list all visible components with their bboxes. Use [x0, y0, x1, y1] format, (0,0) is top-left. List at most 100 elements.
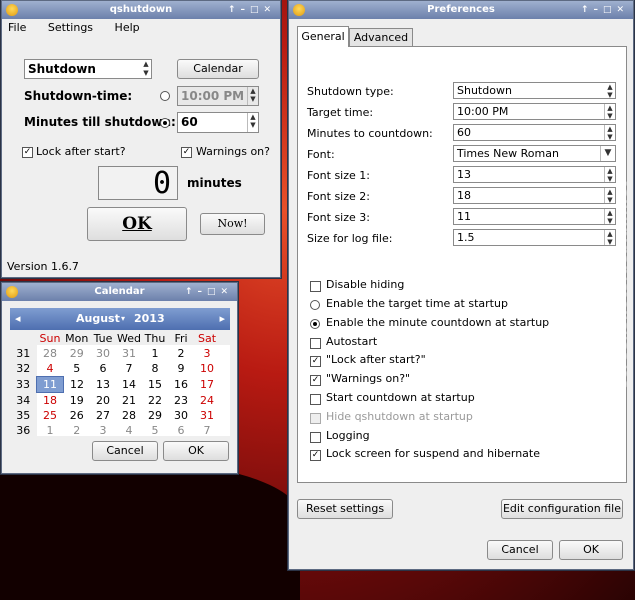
calendar-day[interactable]: 13: [90, 377, 116, 393]
preferences-titlebar[interactable]: Preferences ↑–□✕: [289, 1, 633, 19]
calendar-day[interactable]: 7: [194, 423, 220, 438]
menu-settings[interactable]: Settings: [48, 21, 93, 34]
window-controls[interactable]: ↑–□✕: [228, 1, 276, 19]
menu-help[interactable]: Help: [115, 21, 140, 34]
reset-settings-button[interactable]: Reset settings: [297, 499, 393, 519]
start-countdown-checkbox[interactable]: [310, 394, 321, 405]
font-select[interactable]: Times New Roman ▼: [453, 145, 616, 162]
target-time-field[interactable]: 10:00 PM ▲ ▼: [453, 103, 616, 120]
calendar-day[interactable]: 30: [168, 408, 194, 423]
calendar-day[interactable]: 17: [194, 377, 220, 393]
edit-config-button[interactable]: Edit configuration file: [501, 499, 623, 519]
weekday: Sun: [39, 332, 61, 345]
calendar-day[interactable]: 29: [142, 408, 168, 423]
calendar-day[interactable]: 16: [168, 377, 194, 393]
window-controls[interactable]: ↑–□✕: [185, 283, 233, 301]
option-label: Disable hiding: [326, 278, 405, 291]
target-time-startup-radio[interactable]: [310, 300, 320, 310]
calendar-day[interactable]: 7: [116, 361, 142, 377]
month-label[interactable]: August: [76, 308, 120, 330]
calendar-day[interactable]: 9: [168, 361, 194, 377]
calendar-ok-button[interactable]: OK: [163, 441, 229, 461]
calendar-day[interactable]: 4: [37, 361, 64, 377]
lock-after-start-checkbox[interactable]: ✓: [22, 147, 33, 158]
logging-checkbox[interactable]: [310, 432, 321, 443]
font-size-2-field[interactable]: 18 ▲ ▼: [453, 187, 616, 204]
calendar-day[interactable]: 1: [142, 346, 168, 361]
calendar-day[interactable]: 5: [142, 423, 168, 438]
calendar-day[interactable]: 4: [116, 423, 142, 438]
font-size-3-field[interactable]: 11 ▲ ▼: [453, 208, 616, 225]
calendar-day[interactable]: 20: [90, 393, 116, 409]
calendar-day[interactable]: 2: [64, 423, 91, 438]
calendar-day[interactable]: 15: [142, 377, 168, 393]
window-controls[interactable]: ↑–□✕: [581, 1, 629, 19]
calendar-day[interactable]: 21: [116, 393, 142, 409]
minutes-radio[interactable]: [160, 118, 170, 128]
calendar-day[interactable]: 27: [90, 408, 116, 423]
calendar-day[interactable]: 10: [194, 361, 220, 377]
calendar-titlebar[interactable]: Calendar ↑–□✕: [2, 283, 237, 301]
calendar-day[interactable]: 22: [142, 393, 168, 409]
lock-after-start-checkbox[interactable]: ✓: [310, 356, 321, 367]
calendar-day[interactable]: 31: [194, 408, 220, 423]
warnings-on-checkbox[interactable]: ✓: [310, 375, 321, 386]
calendar-day[interactable]: 28: [116, 408, 142, 423]
calendar-day[interactable]: 3: [194, 346, 220, 361]
minutes-field[interactable]: 60 ▲ ▼: [177, 112, 259, 133]
lock-screen-checkbox[interactable]: ✓: [310, 450, 321, 461]
font-size-1-field[interactable]: 13 ▲ ▼: [453, 166, 616, 183]
now-button[interactable]: Now!: [200, 213, 265, 235]
calendar-day[interactable]: 28: [37, 346, 64, 361]
calendar-day-selected[interactable]: 11: [36, 376, 64, 393]
ok-button[interactable]: OK: [87, 207, 187, 241]
calendar-day[interactable]: 23: [168, 393, 194, 409]
menu-file[interactable]: File: [8, 21, 26, 34]
calendar-day[interactable]: 30: [90, 346, 116, 361]
calendar-day[interactable]: 19: [64, 393, 91, 409]
prev-month-icon[interactable]: ◂: [15, 308, 21, 330]
option-label: "Lock after start?": [326, 353, 426, 366]
shutdown-time-radio[interactable]: [160, 91, 170, 101]
calendar-day[interactable]: 26: [64, 408, 91, 423]
disable-hiding-checkbox[interactable]: [310, 281, 321, 292]
calendar-day[interactable]: 24: [194, 393, 220, 409]
calendar-day[interactable]: 6: [90, 361, 116, 377]
weekday: Mon: [65, 332, 89, 345]
spin-arrows-icon: ▲ ▼: [604, 230, 615, 246]
calendar-day[interactable]: 5: [64, 361, 91, 377]
autostart-checkbox[interactable]: [310, 338, 321, 349]
weekday: Sat: [197, 332, 217, 345]
calendar-day[interactable]: 3: [90, 423, 116, 438]
calendar-week: 33 11 12 13 14 15 16 17: [10, 376, 220, 393]
shutdown-time-field[interactable]: 10:00 PM ▲ ▼: [177, 86, 259, 106]
calendar-day[interactable]: 1: [37, 423, 64, 438]
year-label[interactable]: 2013: [134, 308, 165, 330]
preferences-cancel-button[interactable]: Cancel: [487, 540, 553, 560]
field-label: Font size 3:: [307, 211, 370, 224]
calendar-day[interactable]: 25: [37, 408, 64, 423]
week-number: 33: [16, 378, 30, 391]
minutes-countdown-field[interactable]: 60 ▲ ▼: [453, 124, 616, 141]
log-size-field[interactable]: 1.5 ▲ ▼: [453, 229, 616, 246]
calendar-day[interactable]: 6: [168, 423, 194, 438]
calendar-button[interactable]: Calendar: [177, 59, 259, 79]
calendar-cancel-button[interactable]: Cancel: [92, 441, 158, 461]
calendar-day[interactable]: 29: [64, 346, 91, 361]
next-month-icon[interactable]: ▸: [219, 308, 225, 330]
calendar-day[interactable]: 2: [168, 346, 194, 361]
calendar-day[interactable]: 12: [64, 377, 91, 393]
preferences-ok-button[interactable]: OK: [559, 540, 623, 560]
weekday: Thu: [144, 332, 166, 345]
minute-countdown-startup-radio[interactable]: [310, 319, 320, 329]
shutdown-type-select[interactable]: Shutdown ▲ ▼: [24, 59, 152, 79]
tab-general[interactable]: General: [297, 26, 349, 47]
warnings-on-checkbox[interactable]: ✓: [181, 147, 192, 158]
calendar-day[interactable]: 14: [116, 377, 142, 393]
calendar-day[interactable]: 31: [116, 346, 142, 361]
calendar-day[interactable]: 8: [142, 361, 168, 377]
calendar-day[interactable]: 18: [37, 393, 64, 409]
main-titlebar[interactable]: qshutdown ↑–□✕: [2, 1, 280, 19]
shutdown-type-select[interactable]: Shutdown ▲ ▼: [453, 82, 616, 99]
tab-advanced[interactable]: Advanced: [349, 28, 413, 47]
